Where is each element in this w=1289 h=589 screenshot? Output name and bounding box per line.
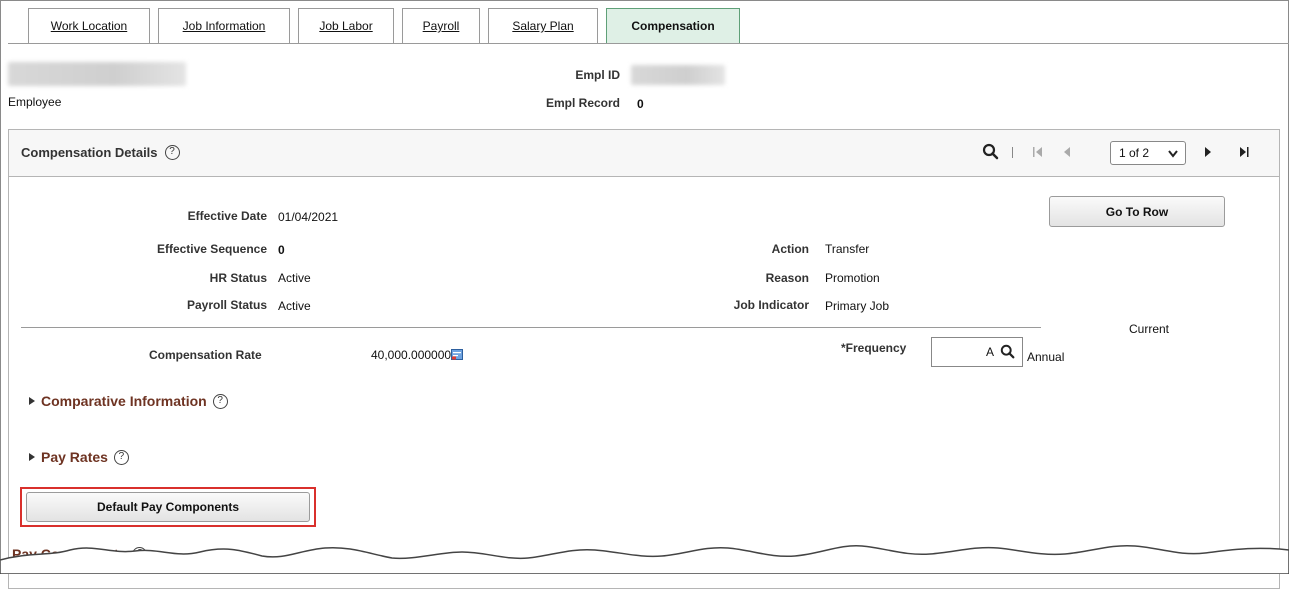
last-page-icon[interactable] <box>1239 146 1249 158</box>
pay-rates-toggle[interactable]: Pay Rates ? <box>29 449 129 465</box>
empl-id-label: Empl ID <box>575 68 620 82</box>
pay-rates-label: Pay Rates <box>41 449 108 465</box>
tab-label: Job Information <box>182 19 266 33</box>
compensation-rate-value: 40,000.000000 <box>371 348 464 362</box>
frequency-description: Annual <box>1027 350 1065 364</box>
first-page-icon[interactable] <box>1033 146 1043 158</box>
reason-value: Promotion <box>825 271 880 285</box>
tab-work-location[interactable]: Work Location <box>28 8 150 43</box>
panel-header: Compensation Details ? 1 of 2 <box>9 130 1279 177</box>
frequency-label: *Frequency <box>841 341 907 355</box>
effective-date-label: Effective Date <box>187 209 267 223</box>
panel-title: Compensation Details ? <box>21 145 180 160</box>
tab-payroll[interactable]: Payroll <box>402 8 480 43</box>
empl-id-redacted <box>631 65 725 85</box>
compensation-rate-text: 40,000.000000 <box>371 348 452 362</box>
pager-select[interactable]: 1 of 2 <box>1110 141 1186 165</box>
comparative-information-toggle[interactable]: Comparative Information ? <box>29 393 228 409</box>
tab-label: Salary Plan <box>512 19 574 33</box>
tab-label: Job Labor <box>319 19 373 33</box>
currency-detail-icon[interactable] <box>451 349 464 360</box>
tab-compensation[interactable]: Compensation <box>606 8 740 43</box>
frequency-input-value: A <box>986 345 995 359</box>
chevron-down-icon <box>1168 150 1178 158</box>
hr-status-label: HR Status <box>209 271 267 285</box>
tab-salary-plan[interactable]: Salary Plan <box>488 8 598 43</box>
panel-title-text: Compensation Details <box>21 145 158 160</box>
hr-status-value: Active <box>278 271 311 285</box>
reason-label: Reason <box>765 271 809 285</box>
current-label: Current <box>1129 322 1170 336</box>
go-to-row-button[interactable]: Go To Row <box>1049 196 1225 227</box>
expand-arrow-icon <box>29 397 35 405</box>
action-label: Action <box>771 242 809 256</box>
section-divider <box>21 327 1041 328</box>
next-page-icon[interactable] <box>1204 146 1212 158</box>
payroll-status-label: Payroll Status <box>186 298 267 312</box>
torn-edge <box>0 544 1289 574</box>
effective-sequence-label: Effective Sequence <box>156 242 267 256</box>
effective-date-value: 01/04/2021 <box>278 210 339 224</box>
compensation-rate-label: Compensation Rate <box>149 348 262 362</box>
comparative-information-label: Comparative Information <box>41 393 207 409</box>
search-icon[interactable] <box>982 143 1000 161</box>
frequency-input[interactable]: A <box>931 337 1023 367</box>
previous-page-icon[interactable] <box>1063 146 1071 158</box>
empl-record-label: Empl Record <box>545 96 620 110</box>
effective-sequence-value: 0 <box>278 243 285 257</box>
help-icon[interactable]: ? <box>113 449 129 465</box>
compensation-details-panel: Compensation Details ? 1 of 2 Effective <box>8 129 1280 589</box>
employee-label: Employee <box>8 95 62 109</box>
expand-arrow-icon <box>29 453 35 461</box>
default-pay-components-button[interactable]: Default Pay Components <box>26 492 310 522</box>
employee-name-redacted <box>8 62 186 86</box>
pager-separator <box>1012 147 1013 158</box>
help-icon[interactable]: ? <box>212 393 228 409</box>
search-icon[interactable] <box>1000 344 1016 360</box>
tab-divider <box>8 43 1289 44</box>
tab-job-information[interactable]: Job Information <box>158 8 290 43</box>
tab-job-labor[interactable]: Job Labor <box>298 8 394 43</box>
empl-record-value: 0 <box>637 97 644 111</box>
action-value: Transfer <box>825 242 870 256</box>
pager-value: 1 of 2 <box>1119 146 1150 160</box>
job-indicator-value: Primary Job <box>825 299 890 313</box>
tab-label: Compensation <box>631 19 715 33</box>
help-icon[interactable]: ? <box>164 145 180 160</box>
tab-label: Payroll <box>422 19 460 33</box>
job-indicator-label: Job Indicator <box>733 298 809 312</box>
tab-label: Work Location <box>50 19 128 33</box>
payroll-status-value: Active <box>278 299 311 313</box>
